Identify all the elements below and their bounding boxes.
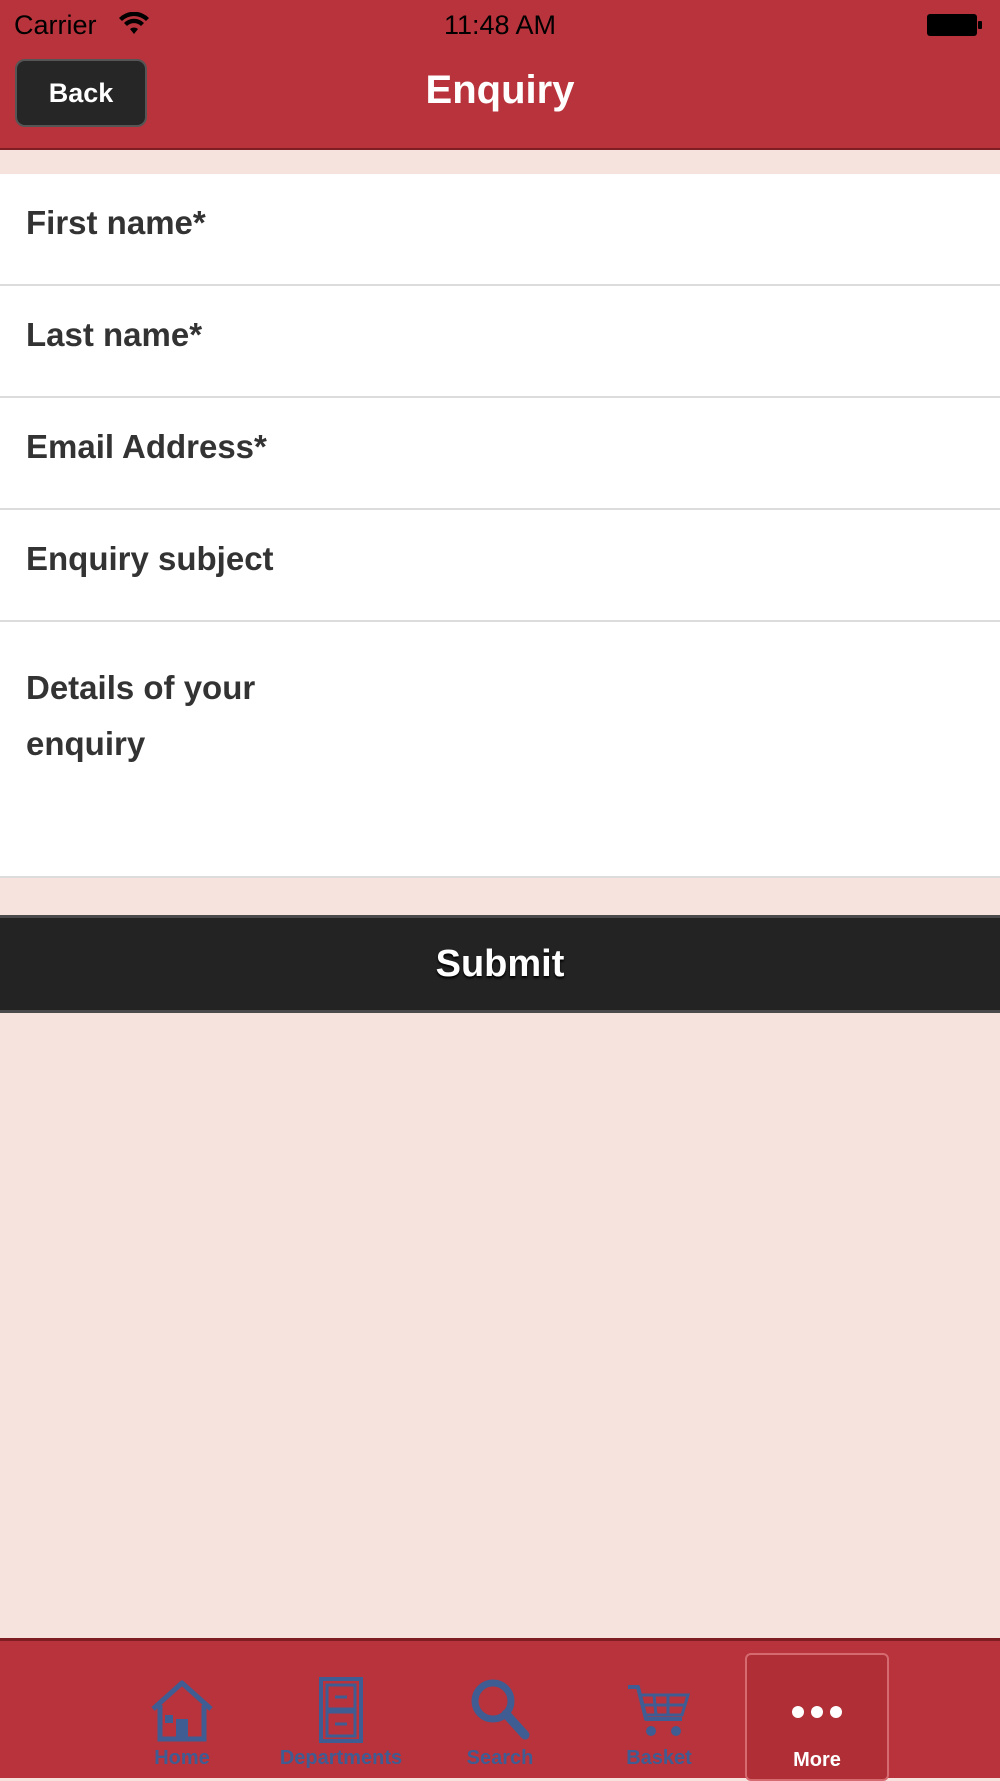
subject-field[interactable]: Enquiry subject — [0, 510, 1000, 622]
tab-bar: Home Departments Search Basket More — [0, 1638, 1000, 1781]
tab-more-label: More — [793, 1749, 841, 1771]
email-field[interactable]: Email Address* — [0, 398, 1000, 510]
tab-search[interactable]: Search — [428, 1641, 572, 1781]
tab-home[interactable]: Home — [110, 1641, 254, 1781]
submit-button[interactable]: Submit — [0, 915, 1000, 1013]
tab-search-label: Search — [466, 1747, 534, 1769]
tab-departments[interactable]: Departments — [269, 1641, 413, 1781]
tab-departments-label: Departments — [279, 1747, 403, 1769]
details-label: Details of your enquiry — [26, 669, 256, 762]
tab-basket-label: Basket — [626, 1747, 692, 1769]
last-name-field[interactable]: Last name* — [0, 286, 1000, 398]
search-icon — [471, 1679, 530, 1740]
navigation-bar: Back Enquiry — [0, 50, 1000, 150]
first-name-field[interactable]: First name* — [0, 174, 1000, 286]
subject-label: Enquiry subject — [26, 540, 274, 577]
more-icon — [792, 1706, 842, 1718]
home-icon — [151, 1680, 213, 1742]
tab-basket[interactable]: Basket — [587, 1641, 731, 1781]
status-time: 11:48 AM — [443, 10, 557, 40]
status-bar: Carrier 11:48 AM — [0, 0, 1000, 50]
tab-home-label: Home — [154, 1747, 210, 1769]
tab-more[interactable]: More — [745, 1653, 889, 1781]
details-textarea[interactable]: Details of your enquiry — [0, 622, 1000, 878]
battery-icon — [927, 14, 982, 36]
first-name-label: First name* — [26, 204, 206, 241]
email-label: Email Address* — [26, 428, 267, 465]
cart-icon — [628, 1685, 691, 1736]
last-name-label: Last name* — [26, 316, 203, 353]
page-title: Enquiry — [425, 68, 575, 112]
enquiry-form: First name* Last name* Email Address* En… — [0, 174, 1000, 878]
cabinet-icon — [319, 1677, 363, 1743]
